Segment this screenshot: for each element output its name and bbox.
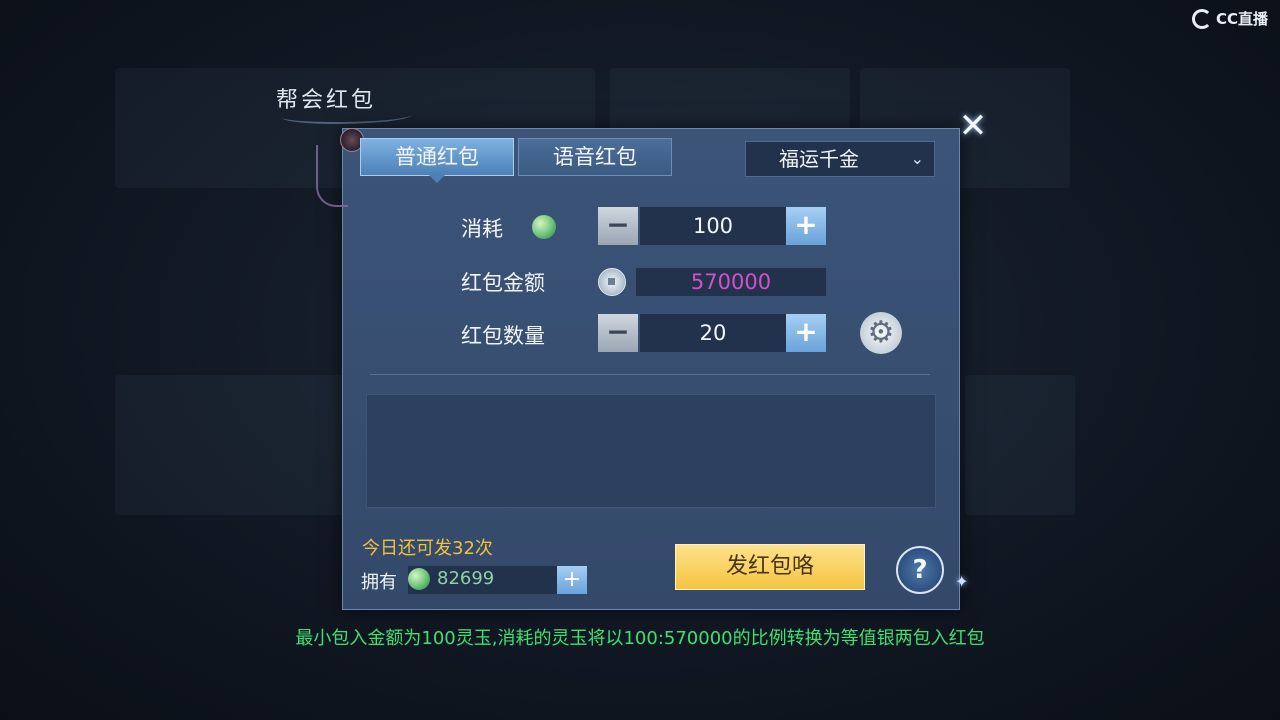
remaining-sends-text: 今日还可发32次	[362, 538, 493, 559]
cost-label: 消耗	[461, 217, 503, 241]
amount-label: 红包金额	[461, 271, 545, 295]
divider	[370, 374, 930, 375]
dropdown-selected-label: 福运千金	[779, 147, 859, 171]
silver-coin-icon	[598, 268, 626, 296]
message-input-area[interactable]	[366, 394, 936, 508]
send-red-packet-button[interactable]: 发红包咯	[675, 544, 865, 590]
conversion-notice: 最小包入金额为100灵玉,消耗的灵玉将以100:570000的比例转换为等值银两…	[295, 628, 985, 649]
tassel-decoration	[316, 145, 348, 207]
owned-label: 拥有	[361, 572, 397, 593]
jade-icon	[532, 215, 556, 239]
watermark-text: CC直播	[1215, 10, 1268, 28]
cost-decrease-button[interactable]: −	[598, 207, 638, 245]
streaming-watermark: CC直播	[1191, 8, 1268, 29]
count-increase-button[interactable]: +	[786, 314, 826, 352]
tab-normal-packet[interactable]: 普通红包	[360, 138, 514, 183]
owned-value: 82699	[437, 568, 495, 589]
recharge-button[interactable]: +	[557, 566, 587, 594]
background-panel	[965, 375, 1075, 515]
close-button[interactable]: ✕	[955, 108, 991, 144]
chevron-down-icon: ⌄	[910, 149, 924, 168]
background-panel	[115, 375, 345, 515]
count-label: 红包数量	[461, 324, 545, 348]
jade-icon	[408, 568, 430, 590]
cost-increase-button[interactable]: +	[786, 207, 826, 245]
packet-type-dropdown[interactable]: 福运千金 ⌄	[745, 141, 935, 177]
count-decrease-button[interactable]: −	[598, 314, 638, 352]
cc-logo-icon	[1191, 8, 1212, 29]
count-value[interactable]: 20	[640, 314, 786, 352]
sparkle-decoration: ✦	[955, 572, 969, 591]
help-icon[interactable]: ?	[896, 546, 944, 594]
amount-value: 570000	[636, 268, 826, 296]
tab-voice-packet[interactable]: 语音红包	[518, 138, 672, 176]
gear-icon[interactable]: ⚙	[860, 312, 902, 354]
cost-value[interactable]: 100	[640, 207, 786, 245]
